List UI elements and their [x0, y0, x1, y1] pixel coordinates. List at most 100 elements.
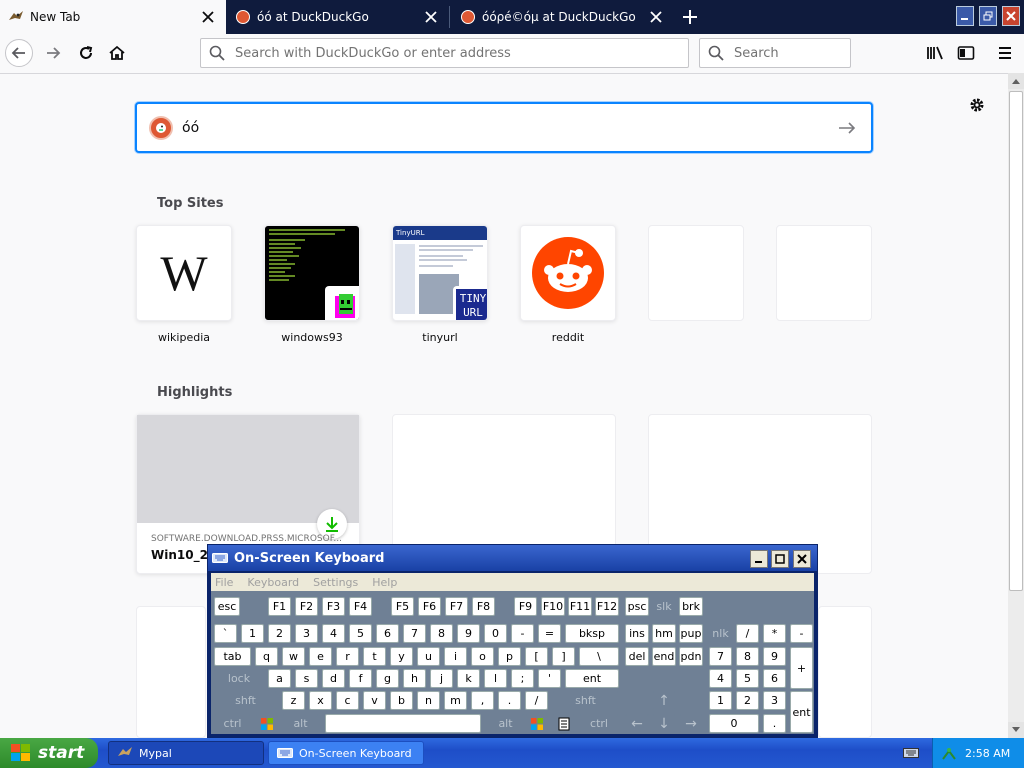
tab-ddg-2[interactable]: óóρé©όμ at DuckDuckGo — [452, 0, 674, 34]
arrow-right-icon[interactable] — [837, 120, 857, 136]
key-numpad-decimal[interactable]: . — [763, 714, 786, 733]
key-backtick[interactable]: ` — [214, 624, 237, 643]
key-z[interactable]: z — [282, 691, 305, 710]
key-arrow-down[interactable]: ↓ — [652, 714, 676, 733]
key-q[interactable]: q — [255, 647, 278, 666]
osk-menu-settings[interactable]: Settings — [313, 576, 358, 589]
osk-minimize-button[interactable] — [750, 550, 768, 568]
top-site-windows93[interactable]: windows93 — [264, 225, 360, 344]
close-icon[interactable] — [648, 9, 664, 25]
key-i[interactable]: i — [444, 647, 467, 666]
key-arrow-up[interactable]: ↑ — [652, 691, 676, 710]
key-brk[interactable]: brk — [679, 597, 703, 616]
key-u[interactable]: u — [417, 647, 440, 666]
key-f8[interactable]: F8 — [472, 597, 495, 616]
key-m[interactable]: m — [444, 691, 467, 710]
key-space[interactable] — [325, 714, 481, 733]
scroll-up-button[interactable] — [1008, 73, 1024, 89]
key-del[interactable]: del — [625, 647, 649, 666]
key-right-windows[interactable] — [525, 714, 548, 733]
key-right-ctrl[interactable]: ctrl — [579, 714, 619, 733]
key-numpad-5[interactable]: 5 — [736, 669, 759, 688]
key-1[interactable]: 1 — [241, 624, 264, 643]
key-5[interactable]: 5 — [349, 624, 372, 643]
key-slash[interactable]: / — [525, 691, 548, 710]
key-p[interactable]: p — [498, 647, 521, 666]
key-numpad-minus[interactable]: - — [790, 624, 813, 643]
key-numpad-8[interactable]: 8 — [736, 647, 759, 666]
key-right-bracket[interactable]: ] — [552, 647, 575, 666]
key-left-shift[interactable]: shft — [214, 691, 277, 710]
key-9[interactable]: 9 — [457, 624, 480, 643]
key-c[interactable]: c — [336, 691, 359, 710]
newtab-search-box[interactable]: óó — [135, 102, 873, 153]
key-equals[interactable]: = — [538, 624, 561, 643]
newtab-search-value[interactable]: óó — [182, 120, 837, 136]
key-numpad-enter[interactable]: ent — [790, 691, 813, 733]
key-y[interactable]: y — [390, 647, 413, 666]
key-w[interactable]: w — [282, 647, 305, 666]
top-site-reddit[interactable]: reddit — [520, 225, 616, 344]
key-f6[interactable]: F6 — [418, 597, 441, 616]
key-left-ctrl[interactable]: ctrl — [214, 714, 251, 733]
osk-maximize-button[interactable] — [771, 550, 789, 568]
key-backspace[interactable]: bksp — [565, 624, 619, 643]
key-b[interactable]: b — [390, 691, 413, 710]
restore-button[interactable] — [979, 6, 997, 26]
key-g[interactable]: g — [376, 669, 399, 688]
back-button[interactable] — [5, 39, 33, 67]
key-psc[interactable]: psc — [625, 597, 649, 616]
page-scrollbar[interactable] — [1008, 73, 1024, 738]
key-nlk[interactable]: nlk — [709, 624, 732, 643]
key-o[interactable]: o — [471, 647, 494, 666]
taskbar-item-mypal[interactable]: Mypal — [108, 741, 264, 765]
key-arrow-left[interactable]: ← — [625, 714, 649, 733]
key-f1[interactable]: F1 — [268, 597, 291, 616]
start-button[interactable]: start — [0, 738, 98, 768]
key-ins[interactable]: ins — [625, 624, 649, 643]
key-d[interactable]: d — [322, 669, 345, 688]
key-numpad-multiply[interactable]: * — [763, 624, 786, 643]
taskbar-item-osk[interactable]: On-Screen Keyboard — [268, 741, 424, 765]
key-comma[interactable]: , — [471, 691, 494, 710]
settings-button[interactable] — [966, 94, 988, 116]
key-f3[interactable]: F3 — [322, 597, 345, 616]
search-bar[interactable] — [699, 38, 851, 68]
key-right-alt[interactable]: alt — [487, 714, 524, 733]
key-semicolon[interactable]: ; — [511, 669, 534, 688]
key-numpad-0[interactable]: 0 — [709, 714, 759, 733]
address-input[interactable] — [233, 44, 688, 62]
key-e[interactable]: e — [309, 647, 332, 666]
minimize-button[interactable] — [956, 6, 974, 26]
key-s[interactable]: s — [295, 669, 318, 688]
osk-close-button[interactable] — [793, 550, 811, 568]
osk-menu-help[interactable]: Help — [372, 576, 397, 589]
key-0[interactable]: 0 — [484, 624, 507, 643]
key-a[interactable]: a — [268, 669, 291, 688]
key-end[interactable]: end — [652, 647, 676, 666]
key-enter[interactable]: ent — [565, 669, 619, 688]
key-menu[interactable] — [552, 714, 575, 733]
key-f10[interactable]: F10 — [541, 597, 565, 616]
key-left-alt[interactable]: alt — [282, 714, 319, 733]
key-arrow-right[interactable]: → — [679, 714, 703, 733]
scroll-thumb[interactable] — [1009, 91, 1023, 591]
key-f5[interactable]: F5 — [391, 597, 414, 616]
network-icon[interactable] — [941, 745, 957, 761]
key-esc[interactable]: esc — [214, 597, 240, 616]
key-numpad-plus[interactable]: + — [790, 647, 813, 689]
key-left-windows[interactable] — [255, 714, 278, 733]
new-tab-button[interactable] — [680, 7, 700, 27]
key-v[interactable]: v — [363, 691, 386, 710]
menu-button[interactable] — [991, 39, 1019, 67]
key-slk[interactable]: slk — [652, 597, 676, 616]
tray-keyboard-icon[interactable] — [902, 745, 920, 761]
key-h[interactable]: h — [403, 669, 426, 688]
key-minus[interactable]: - — [511, 624, 534, 643]
key-f12[interactable]: F12 — [595, 597, 619, 616]
key-j[interactable]: j — [430, 669, 453, 688]
key-numpad-4[interactable]: 4 — [709, 669, 732, 688]
key-k[interactable]: k — [457, 669, 480, 688]
key-f[interactable]: f — [349, 669, 372, 688]
key-r[interactable]: r — [336, 647, 359, 666]
